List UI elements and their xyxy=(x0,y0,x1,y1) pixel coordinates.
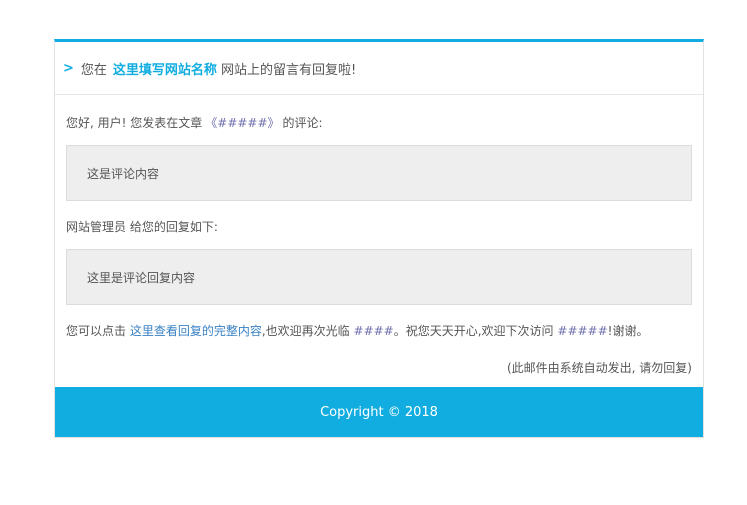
header-suffix: 网站上的留言有回复啦! xyxy=(220,62,357,78)
greeting-text: 您好, 用户! 您发表在文章 xyxy=(66,116,203,130)
closing-text-2: ,也欢迎再次光临 xyxy=(261,324,350,338)
view-full-reply-link[interactable]: 这里查看回复的完整内容 xyxy=(130,324,262,338)
email-header: > 您在 这里填写网站名称 网站上的留言有回复啦! xyxy=(55,42,703,95)
site-link-1[interactable]: #### xyxy=(354,324,394,338)
comment-content: 这是评论内容 xyxy=(87,166,160,181)
reply-content: 这里是评论回复内容 xyxy=(87,270,196,285)
email-card: > 您在 这里填写网站名称 网站上的留言有回复啦! 您好, 用户! 您发表在文章… xyxy=(54,39,704,438)
greeting-line: 您好, 用户! 您发表在文章 《#####》 的评论: xyxy=(66,95,692,131)
reply-box: 这里是评论回复内容 xyxy=(66,249,692,305)
email-body: 您好, 用户! 您发表在文章 《#####》 的评论: 这是评论内容 网站管理员 给… xyxy=(55,95,703,376)
closing-text-1: 您可以点击 xyxy=(66,324,127,338)
auto-note: (此邮件由系统自动发出, 请勿回复) xyxy=(507,361,692,375)
site-name-link[interactable]: 这里填写网站名称 xyxy=(113,59,217,78)
reply-intro: 网站管理员 给您的回复如下: xyxy=(66,220,218,234)
site-link-2[interactable]: ##### xyxy=(557,324,607,338)
closing-text-3: 。祝您天天开心,欢迎下次访问 xyxy=(393,324,554,338)
comment-box: 这是评论内容 xyxy=(66,145,692,201)
footer-bar: Copyright © 2018 xyxy=(55,387,703,437)
header-prefix: 您在 xyxy=(80,62,107,78)
copyright-text: Copyright © 2018 xyxy=(320,404,438,420)
closing-line: 您可以点击 这里查看回复的完整内容,也欢迎再次光临 ####。祝您天天开心,欢迎… xyxy=(66,322,692,339)
greeting-after: 的评论: xyxy=(282,116,323,130)
closing-text-4: !谢谢。 xyxy=(607,324,649,338)
article-title: 《#####》 xyxy=(205,116,280,130)
chevron-right-icon: > xyxy=(63,60,74,76)
